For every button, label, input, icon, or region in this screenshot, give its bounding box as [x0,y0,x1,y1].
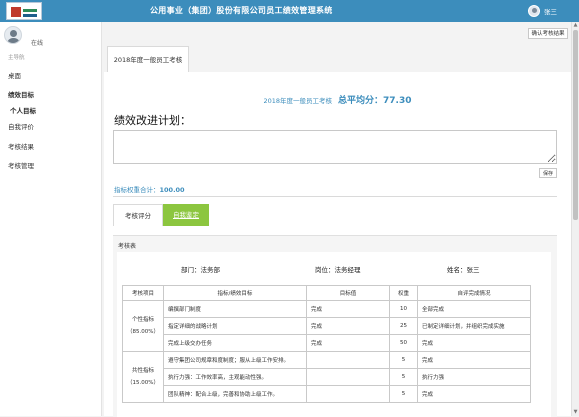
review-panel: 2018年度一般员工考核 总平均分：77.30 绩效改进计划： 保存 指标权重合… [104,72,571,417]
value-cell: 完成 [305,334,390,352]
table-row: 指定详细的战略计划 完成 25 已制定详细计划，并组织完成实施 [123,317,532,335]
confirm-results-button[interactable]: 确认考核结果 [528,28,568,39]
tab-scoring[interactable]: 考核评分 [113,204,163,226]
table-header-row: 考核项目 指标/绩效目标 目标值 权重 自评完成情况 [122,285,532,301]
column-header: 自评完成情况 [416,285,532,301]
score-summary: 2018年度一般员工考核 总平均分：77.30 [104,93,571,106]
table-row: 执行力强：工作效率高，主观能动性强。 5 执行力强 [123,368,532,386]
avg-score-value: 77.30 [383,96,412,106]
evaluation-table: 考核项目 指标/绩效目标 目标值 权重 自评完成情况 个性指标 （85.00%）… [122,285,532,403]
weight-total-value: 100.00 [159,186,185,194]
category-cell: 共性指标 （15.00%） [122,351,164,403]
app-title: 公用事业（集团）股份有限公司员工绩效管理系统 [150,6,333,15]
sidebar-item-self-eval[interactable]: 自我评价 [8,121,34,131]
column-header: 指标/绩效目标 [162,285,307,301]
post-label: 岗位：法务经理 [315,266,361,274]
nav-heading: 主导航 [8,55,25,61]
self-eval-cell: 完成 [416,385,532,403]
page-scrollbar[interactable]: ▲ ▼ [571,22,579,416]
sidebar-item-goals[interactable]: 绩效目标 [8,89,34,99]
column-header: 权重 [388,285,418,301]
target-cell: 指定详细的战略计划 [162,317,307,335]
category-weight: （85.00%） [127,329,159,335]
value-cell: 完成 [305,300,390,318]
value-cell [305,385,390,403]
target-cell: 执行力强：工作效率高，主观能动性强。 [162,368,307,386]
column-header: 目标值 [305,285,390,301]
target-cell: 团队精神：配合上级，完善和协助上级工作。 [162,385,307,403]
column-header: 考核项目 [122,285,164,301]
target-cell: 遵守集团公司规章和度制度；服从上级工作安排。 [162,351,307,369]
value-cell [305,351,390,369]
table-row: 个性指标 （85.00%） 编撰部门制度 完成 10 全部完成 [122,300,532,352]
department-label: 部门：法务部 [181,266,220,274]
top-header: 公用事业（集团）股份有限公司员工绩效管理系统 张三 [0,0,579,22]
evaluation-sheet: 部门：法务部 岗位：法务经理 姓名：张三 考核项目 指标/绩效目标 目标值 权重… [117,252,551,417]
self-eval-cell: 已制定详细计划，并组织完成实施 [416,317,532,335]
avatar [4,26,22,44]
divider [113,196,557,197]
sidebar-item-personal-goals[interactable]: 个人目标 [10,105,36,115]
target-cell: 编撰部门制度 [162,300,307,318]
improvement-plan-title: 绩效改进计划： [114,114,191,127]
weight-cell: 50 [388,334,418,352]
self-eval-cell: 完成 [416,334,532,352]
user-menu[interactable]: 张三 [528,4,557,18]
sidebar: 在线 主导航 桌面 绩效目标 个人目标 自我评价 考核结果 考核管理 [0,22,102,416]
weight-cell: 5 [388,351,418,369]
weight-cell: 5 [388,385,418,403]
table-row: 团队精神：配合上级，完善和协助上级工作。 5 完成 [123,385,532,403]
weight-cell: 25 [388,317,418,335]
scroll-thumb[interactable] [573,30,578,220]
tab-self-assessment[interactable]: 自我鉴定 [163,204,209,226]
weight-total-label: 指标权重合计： [114,186,160,194]
tab-self-assessment-label[interactable]: 自我鉴定 [173,211,199,219]
sidebar-item-results[interactable]: 考核结果 [8,141,34,151]
period-label: 2018年度一般员工考核 [263,97,333,105]
table-row: 完成上级交办任务 完成 50 完成 [123,334,532,352]
value-cell [305,368,390,386]
scroll-up-icon[interactable]: ▲ [572,22,579,29]
weight-total: 指标权重合计：100.00 [114,184,185,194]
employee-name-label: 姓名：张三 [447,266,480,274]
sidebar-item-desktop[interactable]: 桌面 [8,70,21,80]
sidebar-item-management[interactable]: 考核管理 [8,160,34,170]
self-eval-cell: 全部完成 [416,300,532,318]
table-row: 共性指标 （15.00%） 遵守集团公司规章和度制度；服从上级工作安排。 5 完… [122,351,532,403]
evaluation-section: 考核表 部门：法务部 岗位：法务经理 姓名：张三 考核项目 指标/绩效目标 目标… [113,235,557,417]
category-name: 共性指标 [131,368,154,374]
save-button[interactable]: 保存 [539,168,557,178]
self-eval-cell: 执行力强 [416,368,532,386]
category-cell: 个性指标 （85.00%） [122,300,164,352]
avg-score-label: 总平均分： [337,96,383,106]
user-avatar-icon[interactable] [528,5,540,17]
tab-strip: 2018年度一般员工考核 [104,46,571,73]
weight-cell: 10 [388,300,418,318]
tab-annual-review[interactable]: 2018年度一般员工考核 [107,46,189,73]
sidebar-user-panel: 在线 [4,26,94,48]
category-weight: （15.00%） [127,380,159,386]
category-name: 个性指标 [131,317,154,323]
online-status: 在线 [31,40,44,47]
company-logo[interactable] [6,2,42,20]
self-eval-cell: 完成 [416,351,532,369]
improvement-plan-input[interactable] [113,130,557,164]
value-cell: 完成 [305,317,390,335]
user-name[interactable]: 张三 [544,6,557,16]
weight-cell: 5 [388,368,418,386]
evaluation-title: 考核表 [118,243,137,250]
target-cell: 完成上级交办任务 [162,334,307,352]
scroll-down-icon[interactable]: ▼ [572,409,579,416]
